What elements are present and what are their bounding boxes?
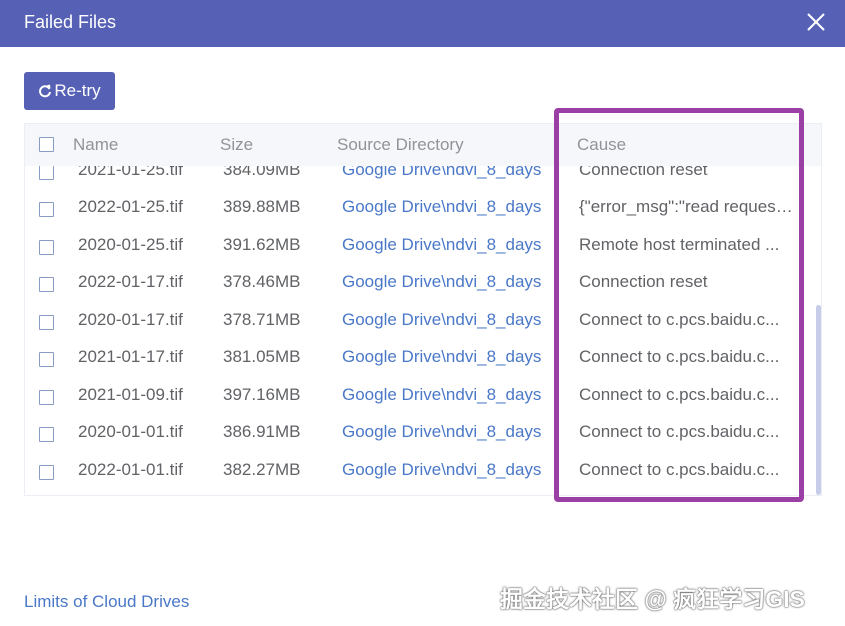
file-size: 384.09MB: [223, 166, 301, 179]
file-name: 2020-01-17.tif: [78, 310, 183, 329]
failure-cause: Connect to c.pcs.baidu.c...: [579, 460, 780, 479]
dialog-header: Failed Files: [0, 0, 845, 47]
file-size: 378.46MB: [223, 272, 301, 291]
failed-files-table: Name Size Source Directory Cause 2021-01…: [24, 123, 822, 496]
failure-cause: Connection reset: [579, 166, 708, 179]
retry-label: Re-try: [54, 81, 101, 100]
table-scrollbar[interactable]: [816, 305, 821, 495]
row-checkbox[interactable]: [39, 166, 54, 180]
row-checkbox[interactable]: [39, 240, 54, 255]
row-checkbox[interactable]: [39, 465, 54, 480]
file-size: 378.71MB: [223, 310, 301, 329]
table-row[interactable]: 2020-01-25.tif 391.62MB Google Drive\ndv…: [25, 227, 821, 264]
file-name: 2021-01-17.tif: [78, 347, 183, 366]
select-all-checkbox[interactable]: [39, 137, 54, 152]
dialog-title: Failed Files: [24, 12, 117, 32]
row-checkbox[interactable]: [39, 277, 54, 292]
source-directory-link[interactable]: Google Drive\ndvi_8_days: [342, 235, 541, 255]
file-name: 2020-01-25.tif: [78, 235, 183, 254]
source-directory-link[interactable]: Google Drive\ndvi_8_days: [342, 385, 541, 405]
table-row[interactable]: 2022-01-17.tif 378.46MB Google Drive\ndv…: [25, 264, 821, 301]
column-header-size[interactable]: Size: [220, 135, 253, 155]
failure-cause: Connect to c.pcs.baidu.c...: [579, 347, 780, 366]
column-header-cause[interactable]: Cause: [577, 135, 626, 155]
table-header: Name Size Source Directory Cause: [25, 124, 821, 166]
source-directory-link[interactable]: Google Drive\ndvi_8_days: [342, 197, 541, 217]
table-row[interactable]: 2021-01-09.tif 397.16MB Google Drive\ndv…: [25, 377, 821, 414]
file-name: 2022-01-25.tif: [78, 197, 183, 216]
file-size: 381.05MB: [223, 347, 301, 366]
limits-of-cloud-drives-link[interactable]: Limits of Cloud Drives: [24, 592, 189, 612]
failure-cause: Connection reset: [579, 272, 708, 291]
table-row[interactable]: 2022-01-01.tif 382.27MB Google Drive\ndv…: [25, 452, 821, 489]
file-name: 2022-01-17.tif: [78, 272, 183, 291]
file-size: 391.62MB: [223, 235, 301, 254]
source-directory-link[interactable]: Google Drive\ndvi_8_days: [342, 460, 541, 480]
table-row[interactable]: 2020-01-01.tif 386.91MB Google Drive\ndv…: [25, 414, 821, 451]
table-row[interactable]: 2020-01-17.tif 378.71MB Google Drive\ndv…: [25, 302, 821, 339]
failure-cause: {"error_msg":"read request...: [579, 197, 793, 216]
refresh-icon: [39, 84, 52, 98]
source-directory-link[interactable]: Google Drive\ndvi_8_days: [342, 310, 541, 330]
column-header-name[interactable]: Name: [73, 135, 118, 155]
failure-cause: Connect to c.pcs.baidu.c...: [579, 385, 780, 404]
source-directory-link[interactable]: Google Drive\ndvi_8_days: [342, 166, 541, 180]
file-size: 382.27MB: [223, 460, 301, 479]
watermark: 掘金技术社区 @ 疯狂学习GIS: [500, 586, 805, 612]
file-size: 386.91MB: [223, 422, 301, 441]
table-row[interactable]: 2021-01-17.tif 381.05MB Google Drive\ndv…: [25, 339, 821, 376]
close-icon[interactable]: [805, 11, 827, 33]
file-name: 2021-01-09.tif: [78, 385, 183, 404]
column-header-source-directory[interactable]: Source Directory: [337, 135, 464, 155]
row-checkbox[interactable]: [39, 352, 54, 367]
file-name: 2021-01-25.tif: [78, 166, 183, 179]
file-name: 2022-01-01.tif: [78, 460, 183, 479]
table-row[interactable]: 2021-01-25.tif 384.09MB Google Drive\ndv…: [25, 166, 821, 189]
row-checkbox[interactable]: [39, 202, 54, 217]
failure-cause: Connect to c.pcs.baidu.c...: [579, 422, 780, 441]
retry-button[interactable]: Re-try: [24, 72, 115, 110]
failure-cause: Remote host terminated ...: [579, 235, 780, 254]
source-directory-link[interactable]: Google Drive\ndvi_8_days: [342, 347, 541, 367]
file-size: 389.88MB: [223, 197, 301, 216]
source-directory-link[interactable]: Google Drive\ndvi_8_days: [342, 422, 541, 442]
file-name: 2020-01-01.tif: [78, 422, 183, 441]
source-directory-link[interactable]: Google Drive\ndvi_8_days: [342, 272, 541, 292]
row-checkbox[interactable]: [39, 315, 54, 330]
file-size: 397.16MB: [223, 385, 301, 404]
row-checkbox[interactable]: [39, 390, 54, 405]
row-checkbox[interactable]: [39, 427, 54, 442]
table-row[interactable]: 2022-01-25.tif 389.88MB Google Drive\ndv…: [25, 189, 821, 226]
failure-cause: Connect to c.pcs.baidu.c...: [579, 310, 780, 329]
table-body[interactable]: 2021-01-25.tif 384.09MB Google Drive\ndv…: [25, 166, 821, 495]
